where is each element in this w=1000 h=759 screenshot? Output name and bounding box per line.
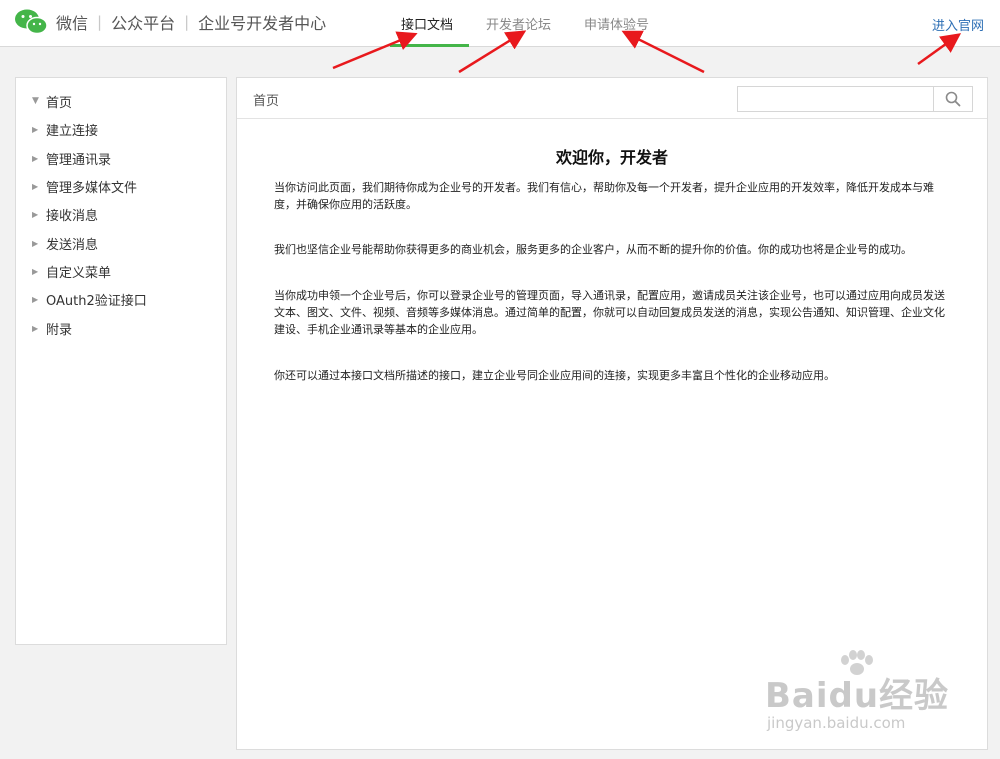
brand-wechat[interactable]: 微信 xyxy=(56,10,88,34)
caret-right-icon: ▶ xyxy=(32,181,39,191)
caret-right-icon: ▶ xyxy=(32,124,39,134)
sidebar-item-connect[interactable]: ▶ 建立连接 xyxy=(32,120,99,139)
brand-divider: | xyxy=(97,13,103,31)
caret-right-icon: ▶ xyxy=(32,153,39,163)
tab-apply-trial[interactable]: 申请体验号 xyxy=(584,14,649,33)
brand-divider: | xyxy=(184,13,190,31)
brand-platform[interactable]: 公众平台 xyxy=(111,10,175,34)
search-box xyxy=(737,86,973,112)
caret-right-icon: ▶ xyxy=(32,294,39,304)
sidebar-item-label: 发送消息 xyxy=(46,237,99,253)
sidebar-item-appendix[interactable]: ▶ 附录 xyxy=(32,319,73,338)
caret-right-icon: ▶ xyxy=(32,266,39,276)
page-title: 欢迎你，开发者 xyxy=(555,148,668,167)
sidebar-item-menu[interactable]: ▶ 自定义菜单 xyxy=(32,262,112,281)
search-button[interactable] xyxy=(933,87,972,111)
official-site-link[interactable]: 进入官网 xyxy=(932,15,984,34)
sidebar-item-label: OAuth2验证接口 xyxy=(46,293,147,309)
watermark-text: Baidu经验 xyxy=(765,676,950,716)
search-icon xyxy=(945,91,961,107)
sidebar-item-label: 接收消息 xyxy=(46,208,99,224)
sidebar: ▼ 首页 ▶ 建立连接 ▶ 管理通讯录 ▶ 管理多媒体文件 ▶ 接收消息 ▶ 发… xyxy=(15,77,227,645)
breadcrumb[interactable]: 首页 xyxy=(253,90,279,109)
tab-dev-forum[interactable]: 开发者论坛 xyxy=(486,14,551,33)
main-header: 首页 xyxy=(237,78,987,119)
intro-paragraph: 当你成功申领一个企业号后，你可以登录企业号的管理页面，导入通讯录，配置应用，邀请… xyxy=(274,289,945,336)
active-tab-indicator xyxy=(390,44,469,47)
sidebar-item-oauth[interactable]: ▶ OAuth2验证接口 xyxy=(32,290,147,309)
tab-api-docs[interactable]: 接口文档 xyxy=(401,14,453,33)
caret-right-icon: ▶ xyxy=(32,323,39,333)
sidebar-item-label: 管理通讯录 xyxy=(46,152,112,168)
brand: 微信 | 公众平台 | 企业号开发者中心 xyxy=(56,10,326,34)
baidu-watermark: Baidu经验 jingyan.baidu.com xyxy=(765,650,975,740)
sidebar-item-send[interactable]: ▶ 发送消息 xyxy=(32,234,99,253)
sidebar-item-home[interactable]: ▼ 首页 xyxy=(32,92,73,111)
search-input[interactable] xyxy=(738,87,933,111)
sidebar-item-receive[interactable]: ▶ 接收消息 xyxy=(32,205,99,224)
intro-paragraph: 你还可以通过本接口文档所描述的接口，建立企业号同企业应用间的连接，实现更多丰富且… xyxy=(274,369,835,382)
sidebar-item-label: 附录 xyxy=(46,322,73,338)
sidebar-item-label: 自定义菜单 xyxy=(46,265,112,281)
intro-paragraph: 我们也坚信企业号能帮助你获得更多的商业机会，服务更多的企业客户，从而不断的提升你… xyxy=(274,243,912,256)
sidebar-item-label: 建立连接 xyxy=(46,123,99,139)
caret-right-icon: ▶ xyxy=(32,209,39,219)
sidebar-item-label: 管理多媒体文件 xyxy=(46,180,138,196)
wechat-logo-icon[interactable] xyxy=(14,8,48,36)
caret-down-icon: ▼ xyxy=(32,96,39,106)
intro-paragraph: 当你访问此页面，我们期待你成为企业号的开发者。我们有信心，帮助你及每一个开发者，… xyxy=(274,181,934,211)
top-bar: 微信 | 公众平台 | 企业号开发者中心 接口文档 开发者论坛 申请体验号 进入… xyxy=(0,0,1000,47)
watermark-url: jingyan.baidu.com xyxy=(767,714,906,732)
caret-right-icon: ▶ xyxy=(32,238,39,248)
sidebar-item-label: 首页 xyxy=(46,95,73,111)
sidebar-item-media[interactable]: ▶ 管理多媒体文件 xyxy=(32,177,138,196)
brand-dev-center[interactable]: 企业号开发者中心 xyxy=(198,10,326,34)
sidebar-item-contacts[interactable]: ▶ 管理通讯录 xyxy=(32,149,112,168)
